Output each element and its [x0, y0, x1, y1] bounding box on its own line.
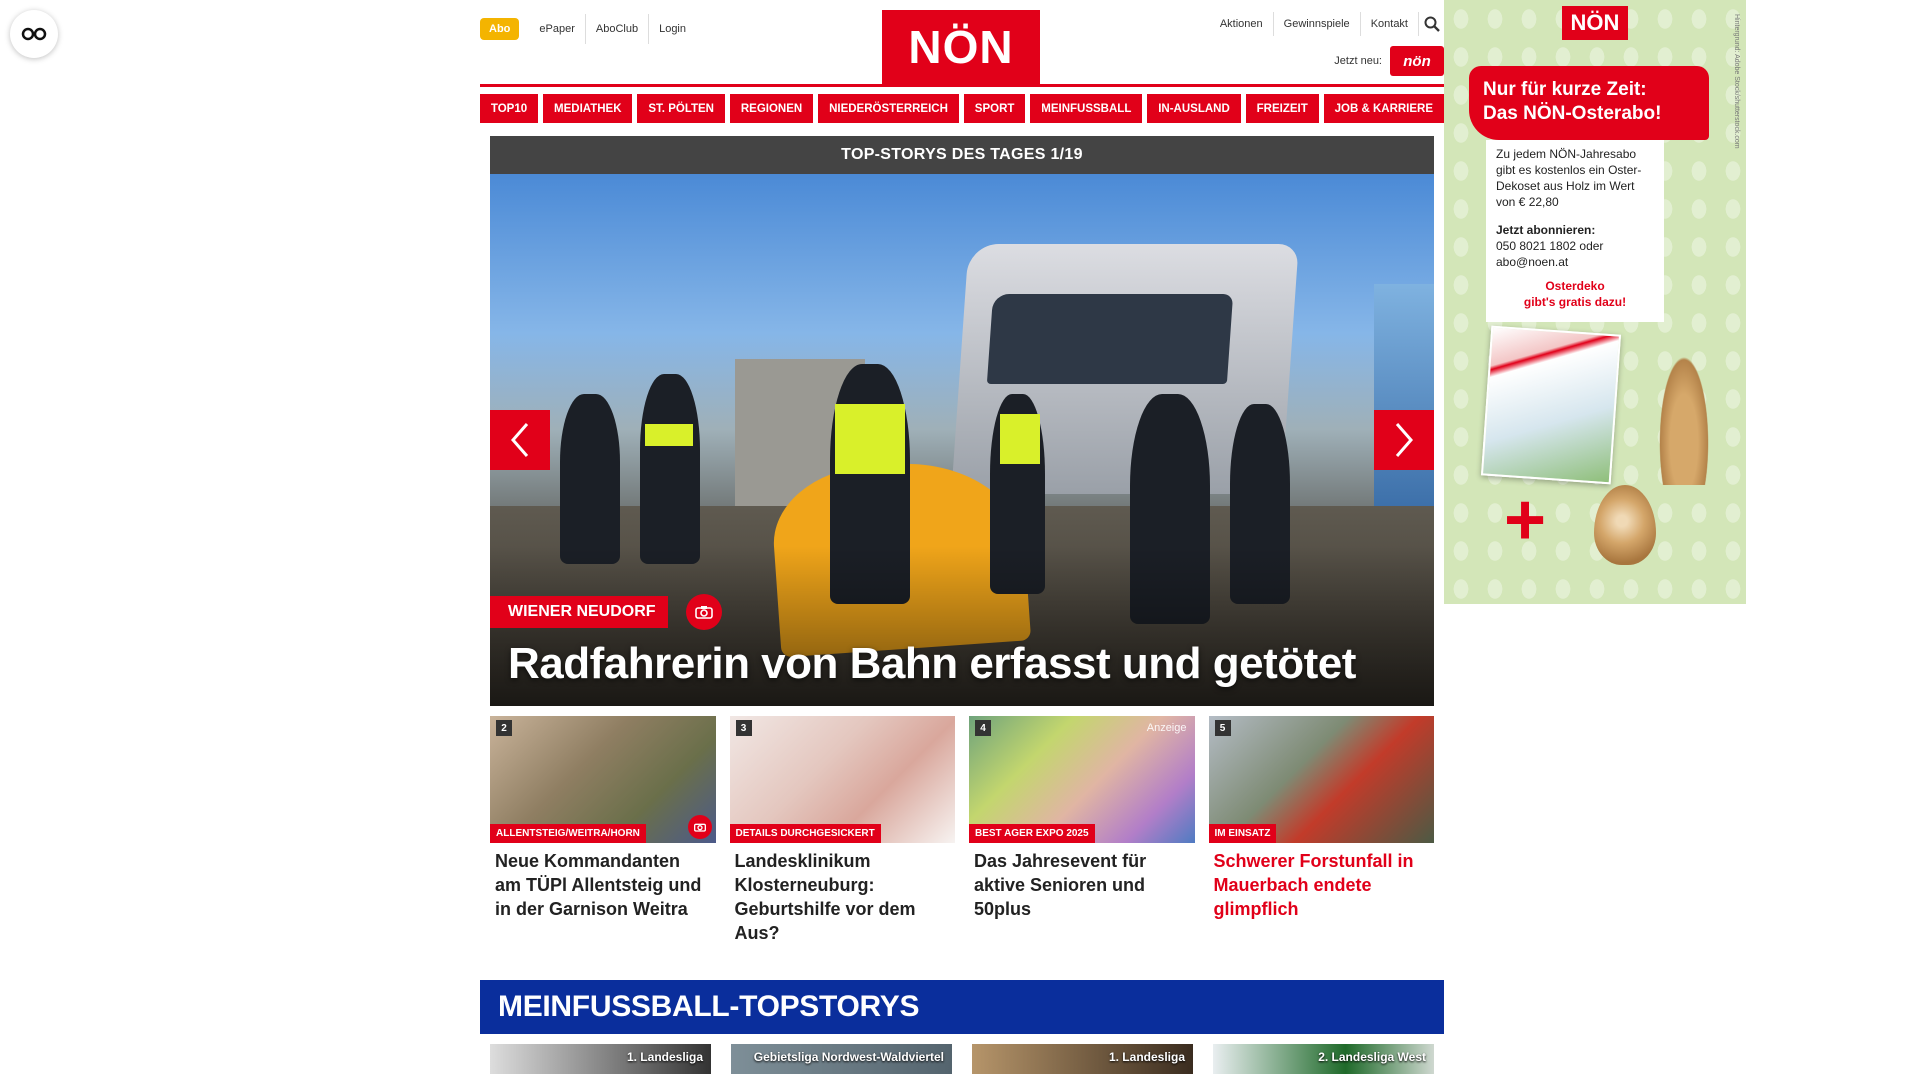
hero-image-firefighter: [560, 394, 620, 564]
top-links: Abo ePaper AboClub Login: [480, 14, 696, 44]
jetzt-neu-label: Jetzt neu:: [1334, 55, 1382, 67]
accessibility-button[interactable]: [10, 10, 58, 58]
camera-icon: [685, 594, 722, 630]
teaser-image: 2 ALLENTSTEIG/WEITRA/HORN: [490, 716, 716, 843]
ad-card: Zu jedem NÖN-Jahresabo gibt es kostenlos…: [1486, 140, 1664, 322]
teaser-title[interactable]: Landesklinikum Klosterneuburg: Geburtshi…: [735, 849, 951, 945]
ad-magazine-image: [1480, 325, 1622, 485]
teaser-rank: 5: [1214, 720, 1231, 736]
epaper-link[interactable]: ePaper: [529, 14, 584, 44]
teaser-image: 4 Anzeige BEST AGER EXPO 2025: [969, 716, 1195, 843]
osterabo-ad[interactable]: NÖN Hintergrund: Adobe Stock/shutterstoc…: [1444, 0, 1746, 604]
aktionen-link[interactable]: Aktionen: [1210, 12, 1273, 36]
hero-title[interactable]: Radfahrerin von Bahn erfasst und getötet: [508, 639, 1356, 689]
gewinnspiele-link[interactable]: Gewinnspiele: [1272, 12, 1360, 36]
main-nav: TOP10 MEDIATHEK ST. PÖLTEN REGIONEN NIED…: [480, 94, 1444, 123]
ad-red-line1: Osterdeko: [1545, 279, 1605, 293]
nav-freizeit[interactable]: FREIZEIT: [1245, 94, 1319, 123]
teaser-tag: ALLENTSTEIG/WEITRA/HORN: [490, 824, 646, 843]
meinfussball-teaser[interactable]: 2. Landesliga West: [1213, 1044, 1434, 1074]
hero-image-building: [1374, 284, 1434, 514]
league-label: 2. Landesliga West: [1318, 1050, 1426, 1064]
teaser-row: 2 ALLENTSTEIG/WEITRA/HORN Neue Kommandan…: [490, 716, 1434, 945]
carousel-heading: TOP-STORYS DES TAGES 1/19: [490, 136, 1434, 174]
meinfussball-teaser[interactable]: 1. Landesliga: [972, 1044, 1193, 1074]
teaser-title[interactable]: Schwerer Forstunfall in Mauerbach endete…: [1214, 849, 1430, 921]
hero-image-vest: [835, 404, 905, 474]
hero-image-firefighter: [640, 374, 700, 564]
ad-cta-heading: Jetzt abonnieren:: [1496, 223, 1596, 237]
nav-regionen[interactable]: REGIONEN: [729, 94, 814, 123]
league-label: Gebietsliga Nordwest-Waldviertel: [753, 1050, 944, 1064]
league-label: 1. Landesliga: [626, 1050, 703, 1064]
search-icon[interactable]: [1418, 12, 1444, 36]
teaser-card[interactable]: 5 IM EINSATZ Schwerer Forstunfall in Mau…: [1208, 716, 1434, 945]
ad-credit: Hintergrund: Adobe Stock/shutterstock.co…: [1733, 14, 1740, 149]
jetzt-neu: Jetzt neu: nön: [1334, 46, 1444, 76]
camera-icon: [687, 815, 712, 839]
ad-red-line2: gibt's gratis dazu!: [1523, 295, 1627, 309]
site-header: Abo ePaper AboClub Login NÖN Aktionen Ge…: [480, 0, 1444, 84]
ad-bunny-image: [1656, 345, 1712, 485]
teaser-tag: DETAILS DURCHGESICKERT: [729, 824, 881, 843]
nav-st-poelten[interactable]: ST. PÖLTEN: [637, 94, 725, 123]
teaser-card[interactable]: 2 ALLENTSTEIG/WEITRA/HORN Neue Kommandan…: [490, 716, 716, 945]
header-divider: [480, 84, 1444, 87]
right-links: Aktionen Gewinnspiele Kontakt: [1210, 12, 1444, 36]
teaser-title[interactable]: Neue Kommandanten am TÜPl Allentsteig un…: [495, 849, 711, 921]
meinfussball-teaser[interactable]: 1. Landesliga: [490, 1044, 711, 1074]
teaser-card[interactable]: 3 DETAILS DURCHGESICKERT Landesklinikum …: [729, 716, 955, 945]
teaser-rank: 3: [735, 720, 752, 736]
nav-top10[interactable]: TOP10: [480, 94, 539, 123]
carousel-next-button[interactable]: [1374, 410, 1434, 470]
carousel-prev-button[interactable]: [490, 410, 550, 470]
ad-contact: 050 8021 1802 oder abo@noen.at: [1496, 239, 1604, 269]
teaser-tag: BEST AGER EXPO 2025: [969, 824, 1095, 843]
ad-text: Zu jedem NÖN-Jahresabo gibt es kostenlos…: [1496, 147, 1642, 209]
abo-button[interactable]: Abo: [480, 18, 520, 40]
site-logo[interactable]: NÖN: [882, 10, 1040, 84]
teaser-image: 3 DETAILS DURCHGESICKERT: [729, 716, 955, 843]
nav-in-ausland[interactable]: IN-AUSLAND: [1147, 94, 1241, 123]
chevron-left-icon: [511, 423, 529, 457]
hero-image-vest: [1000, 414, 1040, 464]
hero-story[interactable]: WIENER NEUDORF Radfahrerin von Bahn erfa…: [490, 174, 1434, 706]
login-link[interactable]: Login: [648, 14, 696, 44]
page-main: Abo ePaper AboClub Login NÖN Aktionen Ge…: [480, 0, 1444, 1074]
hero-image-vest: [645, 424, 693, 446]
nav-job-karriere[interactable]: JOB & KARRIERE: [1323, 94, 1444, 123]
meinfussball-teasers: 1. Landesliga Gebietsliga Nordwest-Waldv…: [490, 1044, 1434, 1074]
ad-banner-line2: Das NÖN-Osterabo!: [1483, 103, 1662, 124]
hero-kicker: WIENER NEUDORF: [490, 594, 722, 630]
noen-mini-logo[interactable]: nön: [1390, 46, 1444, 76]
teaser-tag: IM EINSATZ: [1208, 824, 1277, 843]
hero-location-tag[interactable]: WIENER NEUDORF: [490, 596, 668, 628]
meinfussball-teaser[interactable]: Gebietsliga Nordwest-Waldviertel: [731, 1044, 952, 1074]
hero-image-tram-window: [986, 294, 1234, 384]
chevron-right-icon: [1395, 423, 1413, 457]
teaser-rank: 2: [496, 720, 512, 736]
league-label: 1. Landesliga: [1108, 1050, 1185, 1064]
glasses-icon: [21, 27, 47, 41]
ad-banner: Nur für kurze Zeit: Das NÖN-Osterabo!: [1469, 66, 1709, 140]
nav-meinfussball[interactable]: MEINFUSSBALL: [1030, 94, 1143, 123]
nav-sport[interactable]: SPORT: [963, 94, 1026, 123]
teaser-title[interactable]: Das Jahresevent für aktive Senioren und …: [974, 849, 1190, 921]
teaser-card[interactable]: 4 Anzeige BEST AGER EXPO 2025 Das Jahres…: [969, 716, 1195, 945]
meinfussball-section-title[interactable]: MEINFUSSBALL-TOPSTORYS: [480, 980, 1444, 1034]
top-stories-carousel: TOP-STORYS DES TAGES 1/19 WIENER NEUDORF…: [490, 136, 1434, 706]
nav-niederoesterreich[interactable]: NIEDERÖSTERREICH: [818, 94, 959, 123]
nav-mediathek[interactable]: MEDIATHEK: [543, 94, 633, 123]
ad-logo: NÖN: [1562, 6, 1628, 40]
ad-label: Anzeige: [1146, 722, 1187, 734]
teaser-rank: 4: [975, 720, 991, 736]
kontakt-link[interactable]: Kontakt: [1359, 12, 1418, 36]
aboclub-link[interactable]: AboClub: [584, 14, 648, 44]
ad-banner-line1: Nur für kurze Zeit:: [1483, 79, 1647, 100]
ad-plus: +: [1504, 480, 1547, 560]
teaser-image: 5 IM EINSATZ: [1208, 716, 1434, 843]
